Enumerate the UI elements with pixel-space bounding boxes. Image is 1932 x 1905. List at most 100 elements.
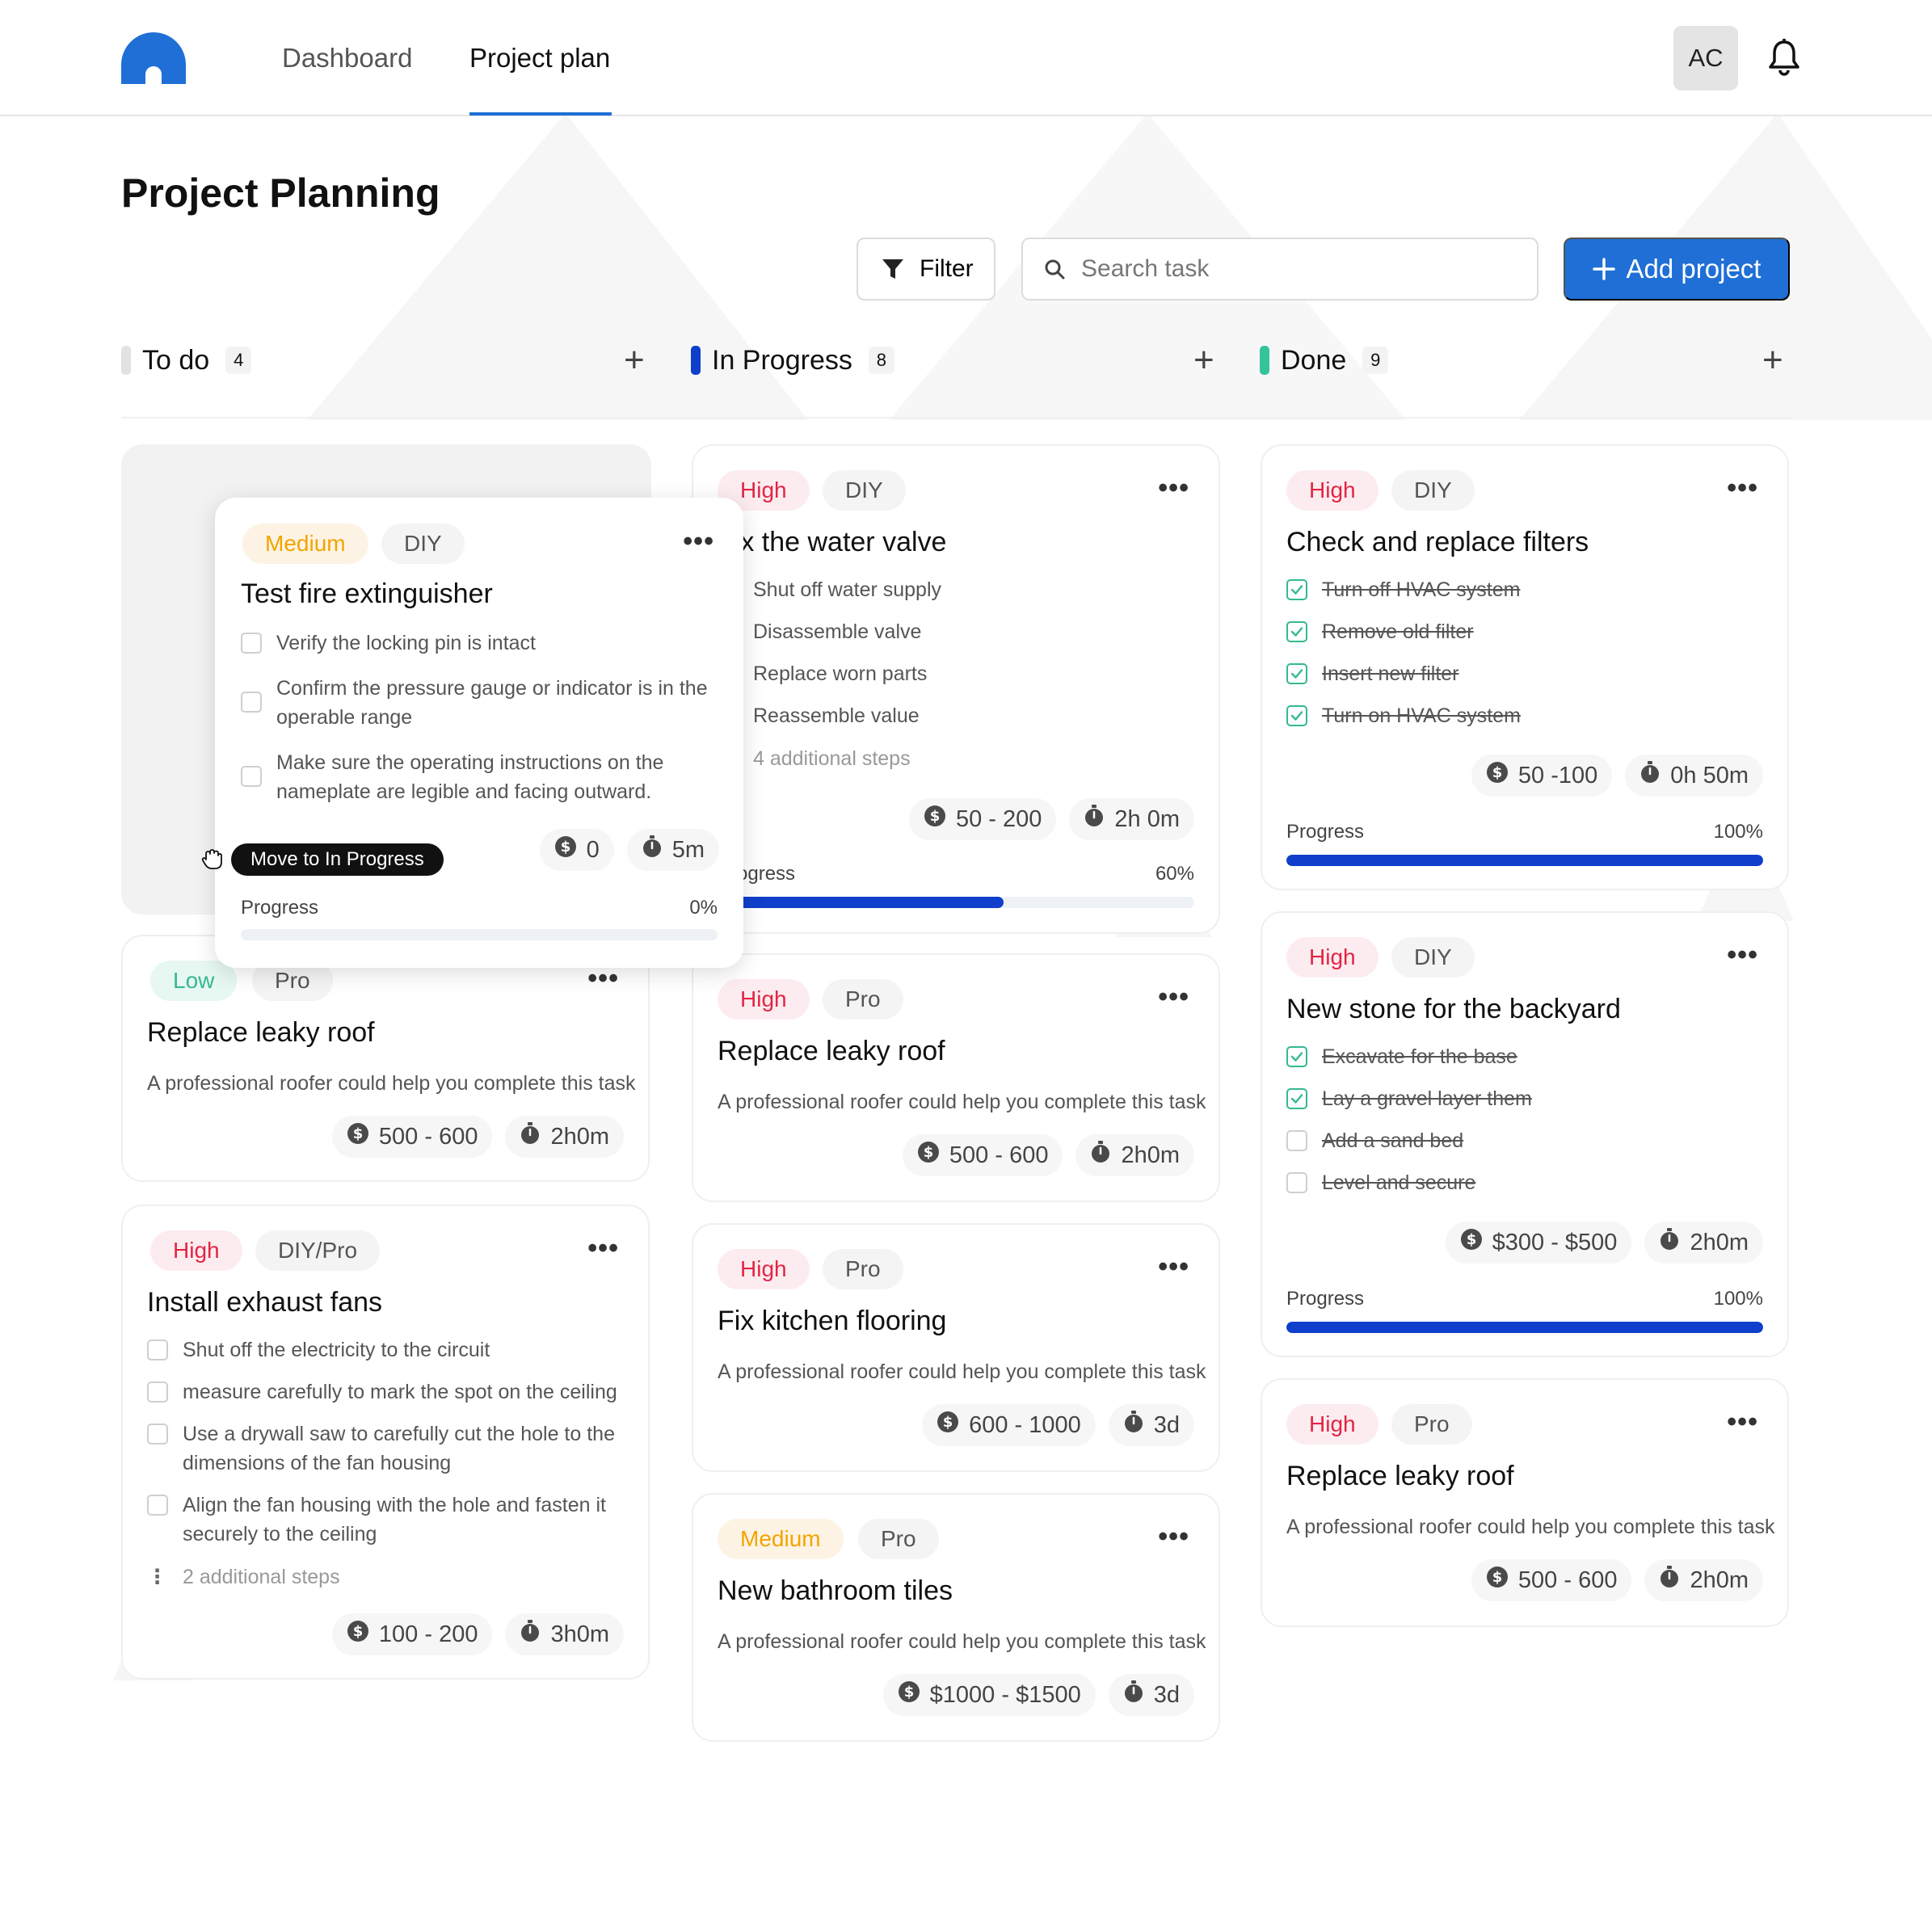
column-count: 9 [1362,347,1389,374]
checklist-item[interactable]: Confirm the pressure gauge or indicator … [241,674,718,732]
progress-fill [1286,855,1763,866]
tab-dashboard[interactable]: Dashboard [282,39,412,78]
more-options-icon[interactable]: ••• [1158,472,1189,504]
checkbox-checked[interactable] [1286,579,1307,600]
checklist-item[interactable]: Add a sand bed [1286,1126,1463,1155]
timer-icon [1659,1566,1680,1595]
more-options-icon[interactable]: ••• [1727,472,1758,504]
more-options-icon[interactable]: ••• [1158,1520,1189,1553]
column-count: 8 [868,347,894,374]
add-project-button[interactable]: Add project [1564,238,1790,301]
time-chip: 0h 50m [1625,755,1763,797]
more-options-icon[interactable]: ••• [587,1232,619,1264]
more-options-icon[interactable]: ••• [1727,939,1758,971]
check-icon [1290,669,1303,679]
progress-label: Progress [241,897,319,919]
more-options-icon[interactable]: ••• [683,525,714,557]
checklist-item[interactable]: Use a drywall saw to carefully cut the h… [147,1419,624,1478]
search-placeholder: Search task [1081,255,1210,282]
dragged-task-card[interactable]: Medium DIY ••• Test fire extinguisher Ve… [215,498,743,968]
task-card[interactable]: High Pro ••• Fix kitchen flooring A prof… [692,1223,1220,1472]
checkbox-checked[interactable] [1286,663,1307,684]
column-color-bar [691,346,701,375]
checkbox[interactable] [147,1495,168,1516]
checkbox-checked[interactable] [1286,621,1307,642]
timer-icon [1123,1680,1144,1709]
more-options-icon[interactable]: ••• [1727,1406,1758,1438]
timer-icon [1084,805,1105,834]
checkbox-checked[interactable] [1286,705,1307,726]
add-task-done-button[interactable]: + [1762,343,1783,378]
more-options-icon[interactable]: ••• [1158,1251,1189,1283]
checklist-item[interactable]: Turn off HVAC system [1286,575,1520,604]
add-task-todo-button[interactable]: + [624,343,645,378]
checkbox[interactable] [147,1381,168,1402]
checkbox[interactable] [241,692,262,713]
checklist-item[interactable]: Insert new filter [1286,659,1459,688]
additional-steps-link[interactable]: ⋮ 2 additional steps [147,1565,340,1589]
progress-header: Progress 60% [718,863,1194,885]
svg-text:$: $ [353,1125,364,1142]
task-card[interactable]: High DIY/Pro ••• Install exhaust fans Sh… [121,1205,650,1680]
type-badge: DIY [381,524,465,564]
progress-percent: 100% [1713,1288,1763,1310]
task-card[interactable]: High DIY ••• Fix the water valve Shut of… [692,444,1220,934]
task-card[interactable]: Low Pro ••• Replace leaky roof A profess… [121,935,650,1182]
more-options-icon[interactable]: ••• [1158,981,1189,1013]
type-badge: Pro [1391,1404,1472,1445]
add-task-in-progress-button[interactable]: + [1193,343,1214,378]
checklist-item[interactable]: Shut off water supply [718,575,941,604]
checklist-item[interactable]: Excavate for the base [1286,1042,1517,1071]
timer-icon [1123,1411,1144,1440]
checklist-item[interactable]: Remove old filter [1286,617,1474,646]
cost-value: 500 - 600 [949,1142,1049,1168]
bell-icon[interactable] [1768,39,1800,76]
checklist-item[interactable]: Verify the locking pin is intact [241,629,718,658]
app-logo[interactable] [121,32,186,84]
checklist-item[interactable]: Make sure the operating instructions on … [241,748,718,806]
task-card[interactable]: High Pro ••• Replace leaky roof A profes… [692,953,1220,1202]
progress-label: Progress [1286,821,1365,843]
time-chip: 3d [1108,1404,1194,1446]
timer-icon [520,1122,541,1151]
time-chip: 2h0m [1644,1559,1763,1601]
checklist-item[interactable]: Reassemble value [718,701,920,730]
checklist-item[interactable]: Lay a gravel layer them [1286,1084,1532,1113]
svg-text:$: $ [1492,764,1503,781]
checkbox[interactable] [241,766,262,787]
checkbox-checked[interactable] [1286,1088,1307,1109]
time-value: 5m [671,836,705,863]
task-card[interactable]: Medium Pro ••• New bathroom tiles A prof… [692,1493,1220,1742]
search-icon [1045,259,1065,280]
checkbox[interactable] [147,1339,168,1360]
tab-project-plan[interactable]: Project plan [469,39,610,78]
checkbox[interactable] [1286,1130,1307,1151]
task-card[interactable]: High Pro ••• Replace leaky roof A profes… [1261,1378,1789,1627]
checklist-item[interactable]: Align the fan housing with the hole and … [147,1491,624,1549]
checklist-item[interactable]: Shut off the electricity to the circuit [147,1335,624,1365]
search-input[interactable]: Search task [1021,238,1538,301]
checklist-item[interactable]: Replace worn parts [718,659,927,688]
cost-chip: $ 600 - 1000 [922,1404,1096,1446]
additional-steps-link[interactable]: ⋮ 4 additional steps [718,746,911,771]
task-card[interactable]: High DIY ••• Check and replace filters T… [1261,444,1789,890]
column-count: 4 [225,347,252,374]
cost-value: $300 - $500 [1492,1229,1618,1255]
time-chip: 2h0m [1644,1222,1763,1264]
checklist-item[interactable]: Disassemble valve [718,617,921,646]
checkbox[interactable] [147,1423,168,1445]
checklist-item[interactable]: measure carefully to mark the spot on th… [147,1377,624,1407]
checklist-item[interactable]: Level and secure [1286,1168,1475,1197]
checkbox[interactable] [241,633,262,654]
user-avatar[interactable]: AC [1673,26,1738,90]
task-description: A professional roofer could help you com… [718,1630,1206,1653]
filter-button[interactable]: Filter [857,238,995,301]
column-header-todo: To do 4 [121,343,252,378]
checkbox[interactable] [1286,1172,1307,1193]
task-card[interactable]: High DIY ••• New stone for the backyard … [1261,911,1789,1357]
checklist-item[interactable]: Turn on HVAC system [1286,701,1521,730]
time-chip: 2h0m [1075,1134,1194,1176]
column-divider [121,417,1794,418]
checkbox-checked[interactable] [1286,1046,1307,1067]
column-title: Done [1281,344,1347,376]
